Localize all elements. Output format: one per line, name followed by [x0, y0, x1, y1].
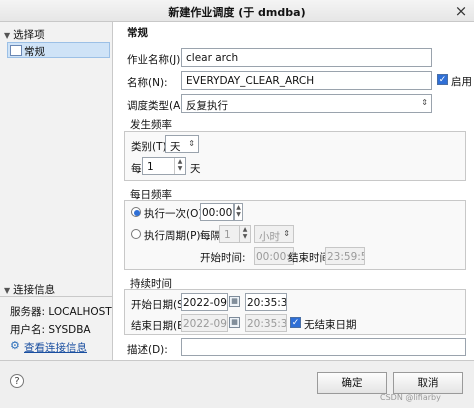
schedule-type-label: 调度类型(A): [127, 100, 188, 112]
period-every-spinner[interactable]: 1 ▲ ▼ [219, 225, 251, 243]
cancel-button[interactable]: 取消 [393, 372, 463, 394]
collapse-triangle-icon: ▼ [4, 286, 11, 295]
freq-every-value: 1 [147, 161, 154, 173]
period-unit-select[interactable]: 小时 ⇕ [254, 225, 294, 243]
user-info: 用户名: SYSDBA [10, 324, 91, 336]
freq-every-label: 每 [131, 163, 142, 175]
schedule-type-select[interactable]: 反复执行 ⇕ [181, 94, 432, 113]
start-date-input[interactable]: 2022-09-25 [181, 293, 228, 311]
connection-header[interactable]: ▼ 连接信息 [4, 282, 55, 297]
spinner-arrows-icon[interactable]: ▲ ▼ [174, 158, 185, 174]
end-time-input[interactable]: 23:59:59 [325, 247, 365, 265]
server-info: 服务器: LOCALHOST [10, 306, 112, 318]
no-end-date-label: 无结束日期 [304, 319, 357, 331]
watermark: CSDN @lifiarby [380, 393, 441, 402]
freq-type-select[interactable]: 天 ⇕ [165, 135, 199, 153]
close-button[interactable]: × [452, 2, 470, 20]
frequency-title: 发生频率 [130, 119, 172, 131]
window-title: 新建作业调度 (于 dmdba) [168, 6, 306, 19]
connection-header-label: 连接信息 [13, 284, 56, 296]
once-label: 执行一次(O): [144, 208, 206, 220]
nav-item-general-label: 常规 [24, 46, 45, 58]
job-name-label: 作业名称(J): [127, 54, 184, 66]
period-every-value: 1 [224, 229, 231, 241]
page-icon [10, 45, 22, 56]
job-name-input[interactable]: clear arch [181, 48, 432, 67]
options-header[interactable]: ▼ 选择项 [4, 27, 45, 42]
period-radio[interactable] [131, 229, 141, 239]
ok-button[interactable]: 确定 [317, 372, 387, 394]
freq-every-spinner[interactable]: 1 ▲ ▼ [142, 157, 186, 175]
nav-item-general[interactable] [7, 42, 110, 58]
description-label: 描述(D): [127, 344, 168, 356]
once-time-input[interactable]: 00:00:00 [200, 203, 234, 221]
view-connection-link[interactable]: 查看连接信息 [24, 340, 87, 355]
updown-icon: ⇕ [421, 98, 428, 107]
help-icon[interactable]: ? [10, 374, 24, 388]
end-date-input[interactable]: 2022-09-25 [181, 314, 228, 332]
calendar-icon[interactable]: ▦ [229, 317, 240, 328]
freq-type-value: 天 [170, 141, 181, 153]
start-time-field[interactable]: 20:35:36 [245, 293, 287, 311]
enable-label: 启用 [451, 76, 472, 88]
collapse-triangle-icon: ▼ [4, 31, 11, 40]
connection-icon: ⚙ [10, 339, 20, 352]
end-time-field[interactable]: 20:35:36 [245, 314, 287, 332]
description-input[interactable] [181, 338, 466, 356]
no-end-date-checkbox[interactable]: ✓ [290, 317, 301, 328]
calendar-icon[interactable]: ▦ [229, 296, 240, 307]
name-label: 名称(N): [127, 77, 168, 89]
period-every-label: 每隔 [200, 230, 221, 242]
options-header-label: 选择项 [13, 29, 45, 41]
enable-checkbox[interactable]: ✓ [437, 74, 448, 85]
spinner-arrows-icon[interactable]: ▲ ▼ [234, 203, 243, 221]
schedule-type-value: 反复执行 [186, 100, 228, 112]
once-radio[interactable] [131, 207, 141, 217]
spinner-arrows-icon[interactable]: ▲ ▼ [239, 226, 250, 242]
start-time-label: 开始时间: [200, 252, 246, 264]
freq-every-unit: 天 [190, 163, 201, 175]
name-input[interactable]: EVERYDAY_CLEAR_ARCH [181, 71, 432, 90]
section-title: 常规 [127, 27, 148, 39]
updown-icon: ⇕ [188, 139, 195, 148]
period-unit-value: 小时 [259, 231, 280, 243]
period-label: 执行周期(P): [144, 230, 205, 242]
updown-icon: ⇕ [283, 229, 290, 238]
